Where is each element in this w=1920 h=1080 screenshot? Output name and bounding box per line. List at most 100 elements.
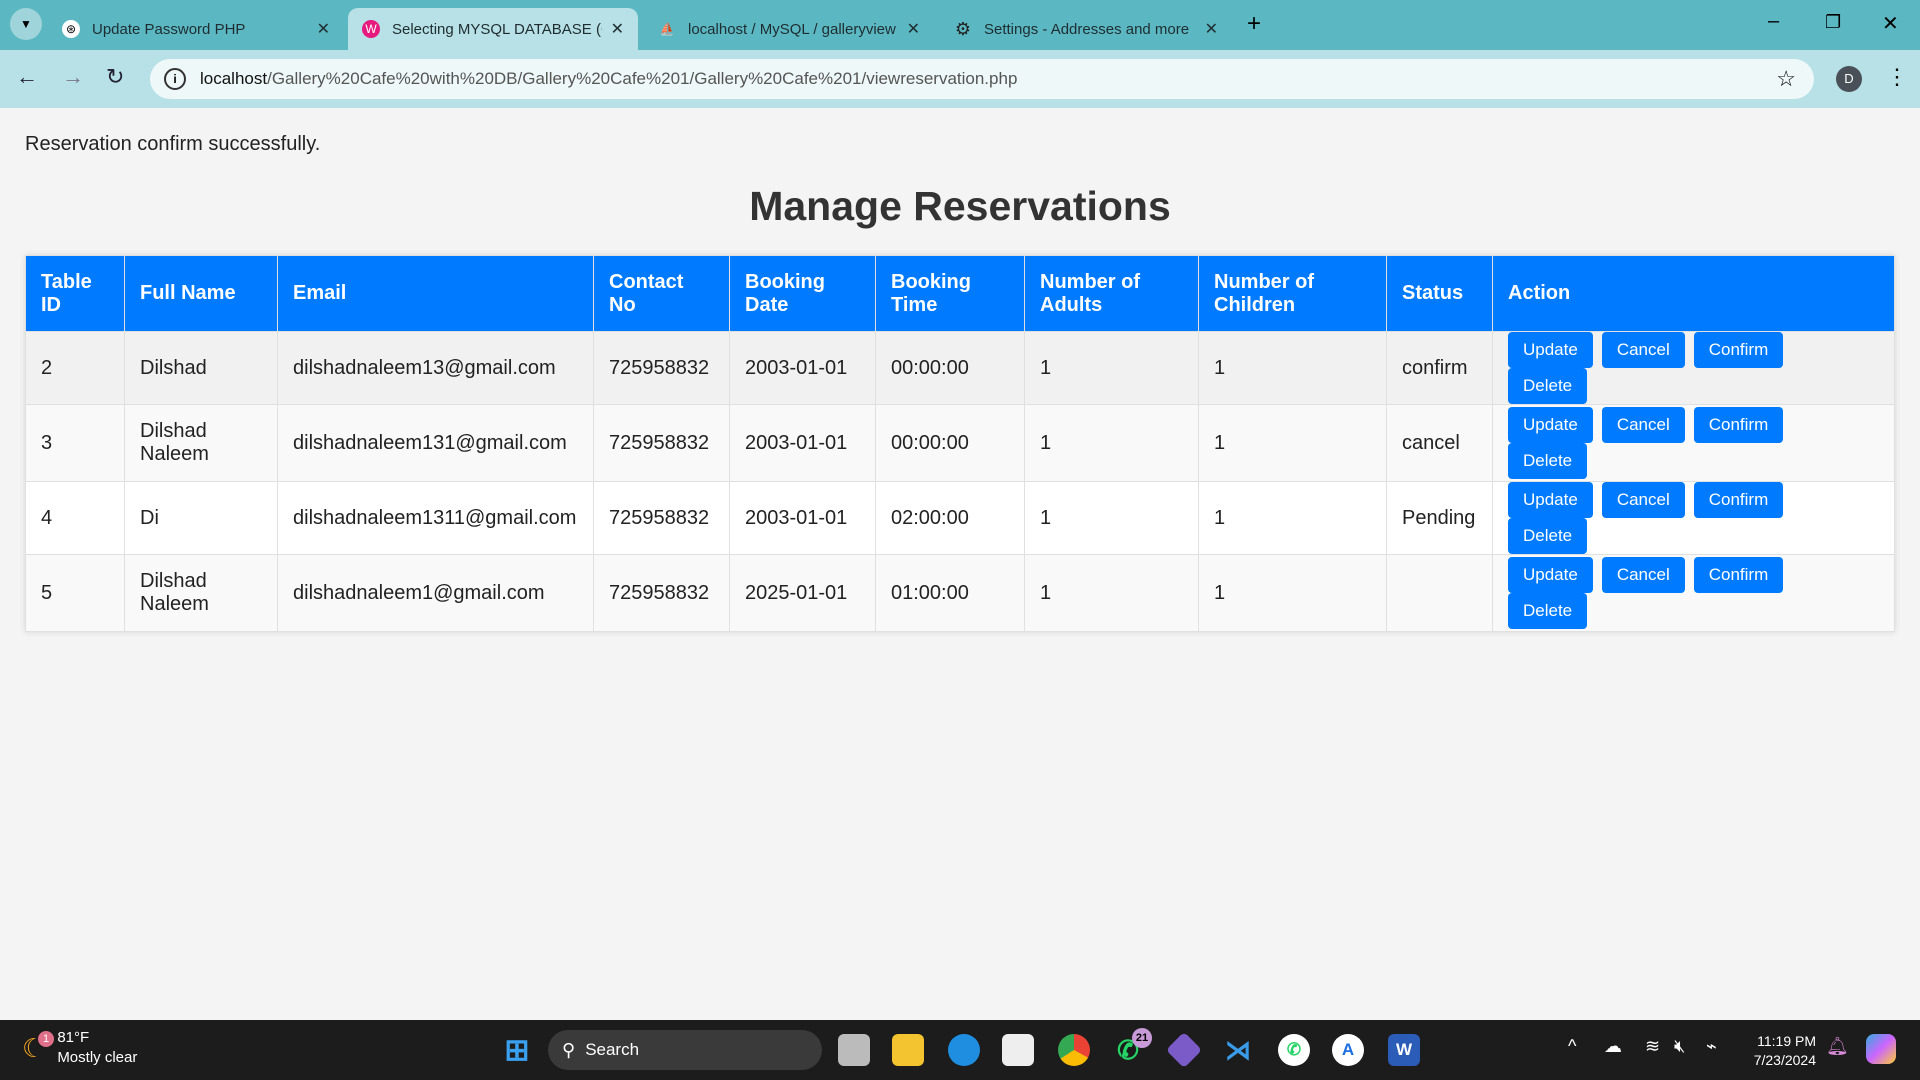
action-cell: Update Cancel Confirm Delete xyxy=(1492,554,1895,632)
column-header: Status xyxy=(1386,255,1493,332)
booking-date-cell: 2003-01-01 xyxy=(729,481,876,555)
site-info-icon[interactable]: i xyxy=(164,68,186,90)
update-button[interactable]: Update xyxy=(1508,332,1593,368)
show-hidden-icons[interactable]: ^ xyxy=(1568,1036,1576,1057)
tab-settings[interactable]: ⚙ Settings - Addresses and more ✕ xyxy=(940,8,1232,50)
tab-selecting-mysql[interactable]: W Selecting MYSQL DATABASE (Gallery ✕ xyxy=(348,8,638,50)
restore-button[interactable]: ❐ xyxy=(1825,12,1841,33)
confirm-button[interactable]: Confirm xyxy=(1693,332,1784,368)
booking-date-cell: 2003-01-01 xyxy=(729,331,876,405)
address-bar[interactable]: i localhost/Gallery%20Cafe%20with%20DB/G… xyxy=(150,59,1814,99)
cancel-button[interactable]: Cancel xyxy=(1601,557,1685,593)
phpmyadmin-icon: ⛵ xyxy=(659,22,675,36)
back-icon[interactable]: ← xyxy=(16,64,38,90)
chrome-icon[interactable] xyxy=(1058,1034,1090,1066)
tab-update-password[interactable]: ⊛ Update Password PHP ✕ xyxy=(48,8,344,50)
status-cell: Pending xyxy=(1386,481,1493,555)
bookmark-star-icon[interactable]: ☆ xyxy=(1776,66,1796,92)
update-button[interactable]: Update xyxy=(1508,407,1593,443)
store-icon[interactable] xyxy=(1002,1034,1034,1066)
vscode-icon[interactable]: ⋊ xyxy=(1222,1034,1254,1066)
reload-icon[interactable]: ↻ xyxy=(106,64,124,90)
email-cell: dilshadnaleem131@gmail.com xyxy=(277,404,594,482)
table-header-row: Table ID Full Name Email Contact No Book… xyxy=(25,255,1895,332)
booking-date-cell: 2025-01-01 xyxy=(729,554,876,632)
weather-temp: 81°F xyxy=(57,1029,90,1046)
clock-date: 7/23/2024 xyxy=(1753,1052,1816,1068)
browser-toolbar: ← → ↻ i localhost/Gallery%20Cafe%20with%… xyxy=(0,50,1920,108)
weather-moon-icon: ☾ 1 xyxy=(22,1030,54,1064)
column-header: Table ID xyxy=(25,255,125,332)
close-tab-icon[interactable]: ✕ xyxy=(1205,19,1218,39)
close-tab-icon[interactable]: ✕ xyxy=(907,19,920,39)
search-label: Search xyxy=(585,1040,640,1059)
contact-cell: 725958832 xyxy=(593,331,730,405)
column-header: Number of Adults xyxy=(1024,255,1199,332)
confirm-button[interactable]: Confirm xyxy=(1693,407,1784,443)
clock[interactable]: 11:19 PM 7/23/2024 xyxy=(1740,1032,1816,1070)
onedrive-icon[interactable]: ☁ xyxy=(1604,1036,1622,1057)
children-cell: 1 xyxy=(1198,554,1387,632)
profile-avatar[interactable]: D xyxy=(1836,66,1862,92)
status-cell: confirm xyxy=(1386,331,1493,405)
task-view-icon[interactable] xyxy=(838,1034,870,1066)
table-row: 3 Dilshad Naleem dilshadnaleem131@gmail.co… xyxy=(25,404,1895,482)
table-row: 5 Dilshad Naleem dilshadnaleem1@gmail.com 7… xyxy=(25,554,1895,632)
column-header: Email xyxy=(277,255,594,332)
tab-phpmyadmin[interactable]: ⛵ localhost / MySQL / galleryview ✕ xyxy=(644,8,934,50)
booking-time-cell: 00:00:00 xyxy=(875,404,1025,482)
cancel-button[interactable]: Cancel xyxy=(1601,482,1685,518)
column-header: Contact No xyxy=(593,255,730,332)
close-tab-icon[interactable]: ✕ xyxy=(317,19,330,39)
adults-cell: 1 xyxy=(1024,554,1199,632)
copilot-icon[interactable] xyxy=(1866,1034,1896,1064)
tab-bar: ▼ ⊛ Update Password PHP ✕ W Selecting MY… xyxy=(0,0,1920,50)
delete-button[interactable]: Delete xyxy=(1508,368,1588,404)
clock-time: 11:19 PM xyxy=(1757,1033,1816,1049)
booking-time-cell: 00:00:00 xyxy=(875,331,1025,405)
delete-button[interactable]: Delete xyxy=(1508,593,1588,629)
booking-date-cell: 2003-01-01 xyxy=(729,404,876,482)
notification-bell-icon[interactable]: 🔔︎ xyxy=(1826,1036,1849,1057)
cancel-button[interactable]: Cancel xyxy=(1601,407,1685,443)
table-id-cell: 4 xyxy=(25,481,125,555)
table-row: 2 Dilshad dilshadnaleem13@gmail.com 7259588… xyxy=(25,331,1895,405)
edge-icon[interactable] xyxy=(948,1034,980,1066)
volume-muted-icon[interactable]: 🔇︎ xyxy=(1674,1036,1685,1057)
windows-start-icon[interactable]: ⊞ xyxy=(501,1034,533,1067)
whatsapp-icon[interactable]: ✆ 21 xyxy=(1112,1028,1152,1066)
close-window-button[interactable]: ✕ xyxy=(1882,11,1899,36)
confirm-button[interactable]: Confirm xyxy=(1693,557,1784,593)
word-icon[interactable]: W xyxy=(1388,1034,1420,1066)
delete-button[interactable]: Delete xyxy=(1508,443,1588,479)
update-button[interactable]: Update xyxy=(1508,482,1593,518)
action-cell: Update Cancel Confirm Delete xyxy=(1492,481,1895,555)
wifi-icon[interactable]: ≋ xyxy=(1645,1036,1660,1057)
tab-list-button[interactable]: ▼ xyxy=(10,8,42,40)
cancel-button[interactable]: Cancel xyxy=(1601,332,1685,368)
battery-icon[interactable]: ⌁ xyxy=(1706,1036,1717,1057)
forward-icon[interactable]: → xyxy=(62,64,84,90)
file-explorer-icon[interactable] xyxy=(892,1034,924,1066)
table-id-cell: 5 xyxy=(25,554,125,632)
reservations-table: Table ID Full Name Email Contact No Book… xyxy=(25,255,1895,632)
column-header: Booking Time xyxy=(875,255,1025,332)
update-button[interactable]: Update xyxy=(1508,557,1593,593)
close-tab-icon[interactable]: ✕ xyxy=(611,19,624,39)
taskbar-search[interactable]: ⚲ Search xyxy=(548,1030,822,1070)
page-title: Manage Reservations xyxy=(749,183,1171,229)
column-header: Full Name xyxy=(124,255,278,332)
weather-widget[interactable]: ☾ 1 81°F Mostly clear xyxy=(22,1028,137,1068)
minimize-button[interactable]: – xyxy=(1768,10,1779,33)
confirm-button[interactable]: Confirm xyxy=(1693,482,1784,518)
full-name-cell: Dilshad Naleem xyxy=(124,404,278,482)
whatsapp-web-icon[interactable]: ✆ xyxy=(1278,1034,1310,1066)
browser-menu-icon[interactable]: ⋮ xyxy=(1886,64,1908,90)
app-store-icon[interactable]: A xyxy=(1332,1034,1364,1066)
column-header: Number of Children xyxy=(1198,255,1387,332)
page-content: Reservation confirm successfully. Manage… xyxy=(0,108,1920,1020)
delete-button[interactable]: Delete xyxy=(1508,518,1588,554)
contact-cell: 725958832 xyxy=(593,404,730,482)
app-icon[interactable] xyxy=(1165,1031,1203,1069)
new-tab-button[interactable]: + xyxy=(1247,10,1261,38)
